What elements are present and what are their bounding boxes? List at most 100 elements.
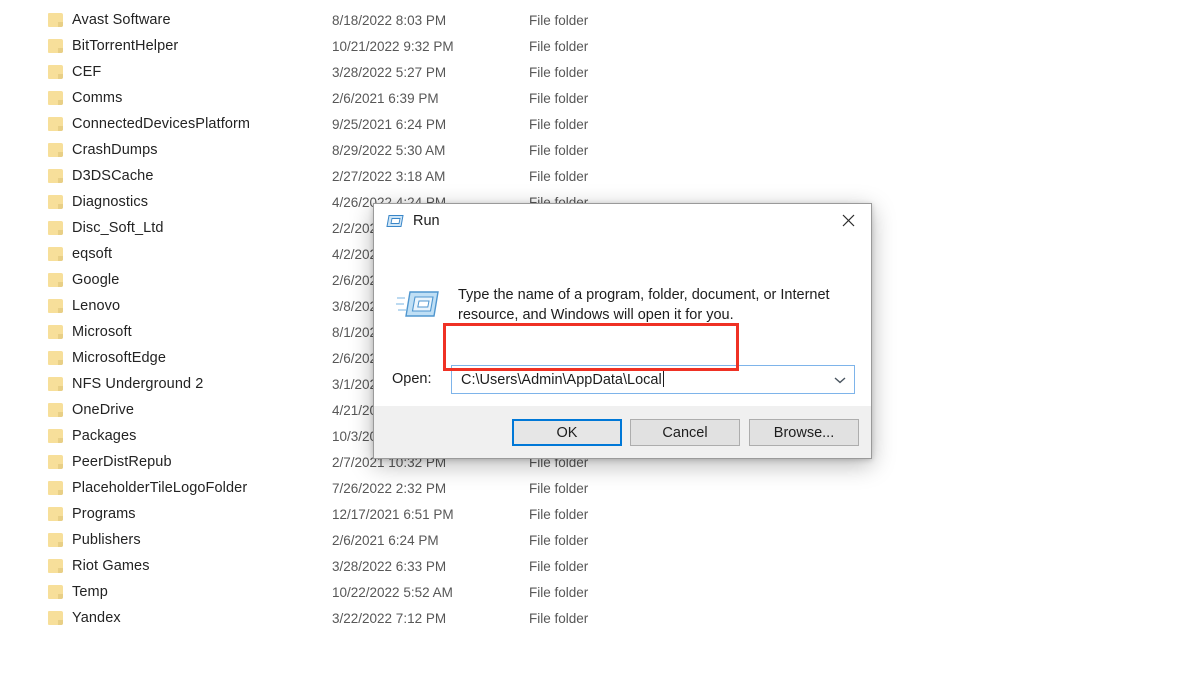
close-button[interactable] [825,204,871,236]
folder-name-label: Programs [72,506,136,522]
table-row[interactable]: CEF 3/28/2022 5:27 PM File folder [0,59,1200,85]
folder-name-label: Riot Games [72,558,150,574]
cell-folder-name[interactable]: CEF [48,64,101,80]
cell-type: File folder [529,64,589,80]
cell-folder-name[interactable]: Avast Software [48,12,171,28]
cell-folder-name[interactable]: Temp [48,584,108,600]
folder-name-label: PlaceholderTileLogoFolder [72,480,248,496]
folder-icon [48,273,63,287]
run-large-icon [396,285,440,323]
cell-type: File folder [529,558,589,574]
table-row[interactable]: Temp 10/22/2022 5:52 AM File folder [0,579,1200,605]
cell-folder-name[interactable]: CrashDumps [48,142,158,158]
open-label: Open: [392,371,432,387]
cell-folder-name[interactable]: eqsoft [48,246,112,262]
folder-icon [48,455,63,469]
cell-date-modified: 3/22/2022 7:12 PM [332,610,447,626]
cell-type: File folder [529,142,589,158]
cell-date-modified: 2/27/2022 3:18 AM [332,168,446,184]
ok-button[interactable]: OK [512,419,622,446]
dialog-footer: OK Cancel Browse... [374,406,871,458]
folder-icon [48,117,63,131]
cell-folder-name[interactable]: Yandex [48,610,121,626]
cell-folder-name[interactable]: Google [48,272,119,288]
cell-type: File folder [529,12,589,28]
folder-name-label: Packages [72,428,137,444]
folder-icon [48,507,63,521]
cell-folder-name[interactable]: PlaceholderTileLogoFolder [48,480,247,496]
table-row[interactable]: ConnectedDevicesPlatform 9/25/2021 6:24 P… [0,111,1200,137]
folder-icon [48,377,63,391]
screen: Avast Software 8/18/2022 8:03 PM File fold… [0,0,1200,675]
cell-folder-name[interactable]: Microsoft [48,324,132,340]
folder-icon [48,247,63,261]
cell-folder-name[interactable]: Riot Games [48,558,150,574]
combobox-dropdown-button[interactable] [826,366,854,393]
cell-folder-name[interactable]: Comms [48,90,122,106]
cell-date-modified: 3/28/2022 6:33 PM [332,558,447,574]
cell-folder-name[interactable]: D3DSCache [48,168,154,184]
cell-folder-name[interactable]: NFS Underground 2 [48,376,203,392]
folder-icon [48,481,63,495]
folder-name-label: Google [72,272,120,288]
table-row[interactable]: Riot Games 3/28/2022 6:33 PM File folder [0,553,1200,579]
cell-type: File folder [529,506,589,522]
dialog-prompt-text: Type the name of a program, folder, docu… [458,287,830,323]
folder-name-label: NFS Underground 2 [72,376,204,392]
folder-icon [48,169,63,183]
cell-folder-name[interactable]: MicrosoftEdge [48,350,166,366]
table-row[interactable]: Yandex 3/22/2022 7:12 PM File folder [0,605,1200,631]
cell-folder-name[interactable]: Publishers [48,532,141,548]
cell-folder-name[interactable]: PeerDistRepub [48,454,172,470]
cell-folder-name[interactable]: OneDrive [48,402,134,418]
open-combobox[interactable]: C:\Users\Admin\AppData\Local [451,365,855,394]
browse-button[interactable]: Browse... [749,419,859,446]
folder-name-label: Comms [72,90,123,106]
folder-icon [48,221,63,235]
folder-icon [48,195,63,209]
cell-date-modified: 10/21/2022 9:32 PM [332,38,454,54]
table-row[interactable]: PlaceholderTileLogoFolder 7/26/2022 2:32 … [0,475,1200,501]
cell-folder-name[interactable]: BitTorrentHelper [48,38,178,54]
cancel-button[interactable]: Cancel [630,419,740,446]
folder-icon [48,65,63,79]
table-row[interactable]: Programs 12/17/2021 6:51 PM File folder [0,501,1200,527]
table-row[interactable]: D3DSCache 2/27/2022 3:18 AM File folder [0,163,1200,189]
run-icon [386,213,404,229]
folder-icon [48,611,63,625]
cell-type: File folder [529,480,589,496]
table-row[interactable]: Avast Software 8/18/2022 8:03 PM File fold… [0,7,1200,33]
cell-folder-name[interactable]: Disc_Soft_Ltd [48,220,164,236]
cell-date-modified: 2/6/2021 6:39 PM [332,90,439,106]
folder-name-label: Disc_Soft_Ltd [72,220,164,236]
prompt-row: Type the name of a program, folder, docu… [374,285,871,325]
cell-date-modified: 12/17/2021 6:51 PM [332,506,454,522]
cell-folder-name[interactable]: Packages [48,428,136,444]
open-row: Open: C:\Users\Admin\AppData\Local [374,365,871,395]
folder-icon [48,533,63,547]
cell-folder-name[interactable]: Programs [48,506,136,522]
run-dialog[interactable]: Run Type the name of a program, folder, … [373,203,872,459]
cell-date-modified: 10/22/2022 5:52 AM [332,584,453,600]
folder-name-label: CrashDumps [72,142,158,158]
cell-folder-name[interactable]: Diagnostics [48,194,148,210]
cell-date-modified: 2/6/2021 6:24 PM [332,532,439,548]
dialog-titlebar[interactable]: Run [374,204,871,237]
table-row[interactable]: Comms 2/6/2021 6:39 PM File folder [0,85,1200,111]
folder-name-label: CEF [72,64,102,80]
folder-name-label: Lenovo [72,298,121,314]
table-row[interactable]: CrashDumps 8/29/2022 5:30 AM File folder [0,137,1200,163]
cell-folder-name[interactable]: Lenovo [48,298,120,314]
folder-icon [48,325,63,339]
cell-folder-name[interactable]: ConnectedDevicesPlatform [48,116,250,132]
cell-date-modified: 8/18/2022 8:03 PM [332,12,447,28]
open-input[interactable]: C:\Users\Admin\AppData\Local [461,371,664,388]
folder-name-label: Microsoft [72,324,132,340]
folder-name-label: PeerDistRepub [72,454,172,470]
folder-name-label: BitTorrentHelper [72,38,179,54]
cell-type: File folder [529,116,589,132]
table-row[interactable]: BitTorrentHelper 10/21/2022 9:32 PM File f… [0,33,1200,59]
open-input-value: C:\Users\Admin\AppData\Local [461,372,662,388]
folder-name-label: Diagnostics [72,194,149,210]
table-row[interactable]: Publishers 2/6/2021 6:24 PM File folder [0,527,1200,553]
